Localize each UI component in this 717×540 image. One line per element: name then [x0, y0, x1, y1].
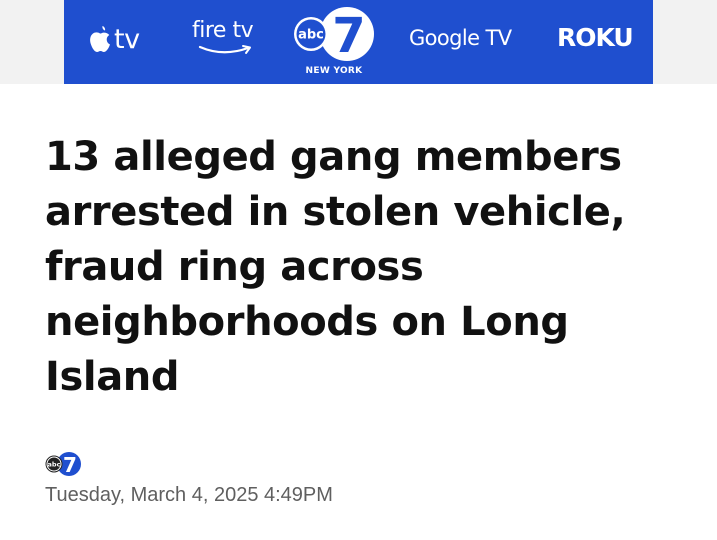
svg-text:7: 7 [63, 453, 77, 477]
station-city: NEW YORK [305, 66, 363, 76]
abc7-station-logo[interactable]: abc 7 NEW YORK [291, 4, 374, 80]
apple-logo-icon [90, 26, 110, 52]
smile-arrow-icon [198, 45, 251, 54]
fire-tv-logo[interactable]: fire tv [192, 18, 262, 62]
article-timestamp: Tuesday, March 4, 2025 4:49PM [45, 484, 333, 506]
fire-tv-text: fire tv [192, 18, 254, 43]
apple-tv-logo[interactable]: tv [88, 22, 140, 58]
channel-number: 7 [332, 8, 365, 64]
roku-logo[interactable]: ROKU [557, 23, 634, 52]
google-tv-logo[interactable]: Google TV [409, 26, 512, 50]
svg-text:abc: abc [48, 461, 61, 469]
apple-tv-text: tv [114, 24, 140, 55]
abc7-byline-logo-icon: abc 7 [45, 452, 81, 477]
abc7-logo-icon: abc 7 [294, 7, 374, 64]
article-headline: 13 alleged gang members arrested in stol… [45, 134, 626, 400]
abc-logo-text: abc [298, 28, 324, 43]
